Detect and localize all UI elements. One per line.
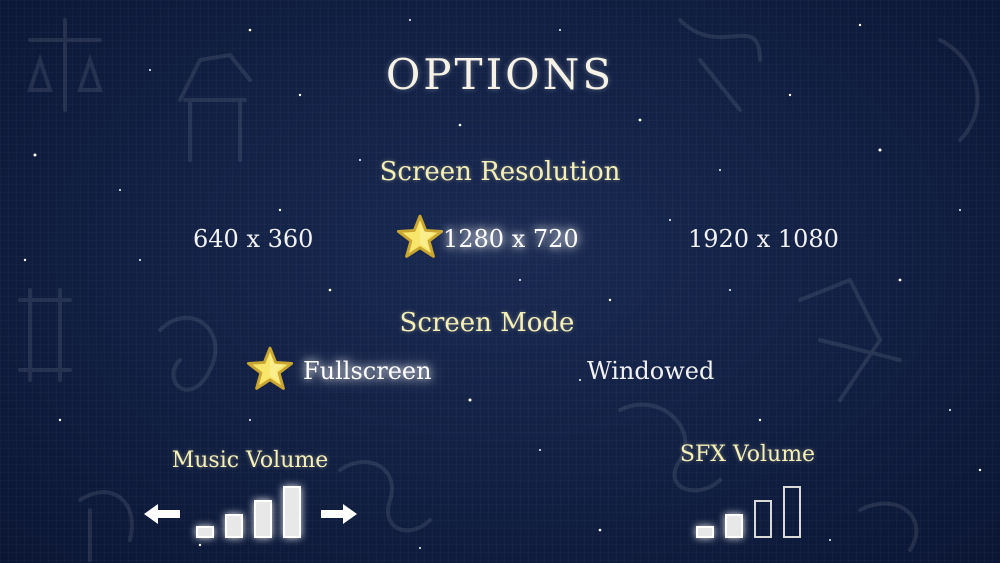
arrow-right-icon[interactable] (319, 502, 359, 526)
mode-option-fullscreen[interactable]: Fullscreen (303, 357, 432, 385)
music-volume-label: Music Volume (171, 448, 329, 473)
arrow-left-icon[interactable] (142, 502, 182, 526)
sfx-volume-bar-3 (754, 500, 772, 538)
sfx-volume-meter[interactable] (696, 484, 804, 538)
resolution-option-1920x1080[interactable]: 1920 x 1080 (688, 225, 839, 253)
resolution-option-640x360[interactable]: 640 x 360 (193, 225, 313, 253)
music-volume-bar-4 (283, 486, 301, 538)
sfx-volume-bar-4 (783, 486, 801, 538)
music-volume-bar-1 (196, 526, 214, 538)
sfx-volume-bar-1 (696, 526, 714, 538)
page-title: OPTIONS (385, 50, 615, 99)
music-volume-meter[interactable] (196, 484, 304, 538)
sfx-volume-label: SFX Volume (679, 442, 816, 467)
sfx-volume-bar-2 (725, 514, 743, 538)
music-volume-bar-3 (254, 500, 272, 538)
screen-resolution-label: Screen Resolution (379, 157, 621, 187)
resolution-option-1280x720[interactable]: 1280 x 720 (443, 225, 579, 253)
music-volume-bar-2 (225, 514, 243, 538)
star-icon (246, 346, 294, 390)
mode-option-windowed[interactable]: Windowed (587, 357, 714, 385)
screen-mode-label: Screen Mode (399, 308, 575, 338)
star-icon (396, 214, 444, 258)
